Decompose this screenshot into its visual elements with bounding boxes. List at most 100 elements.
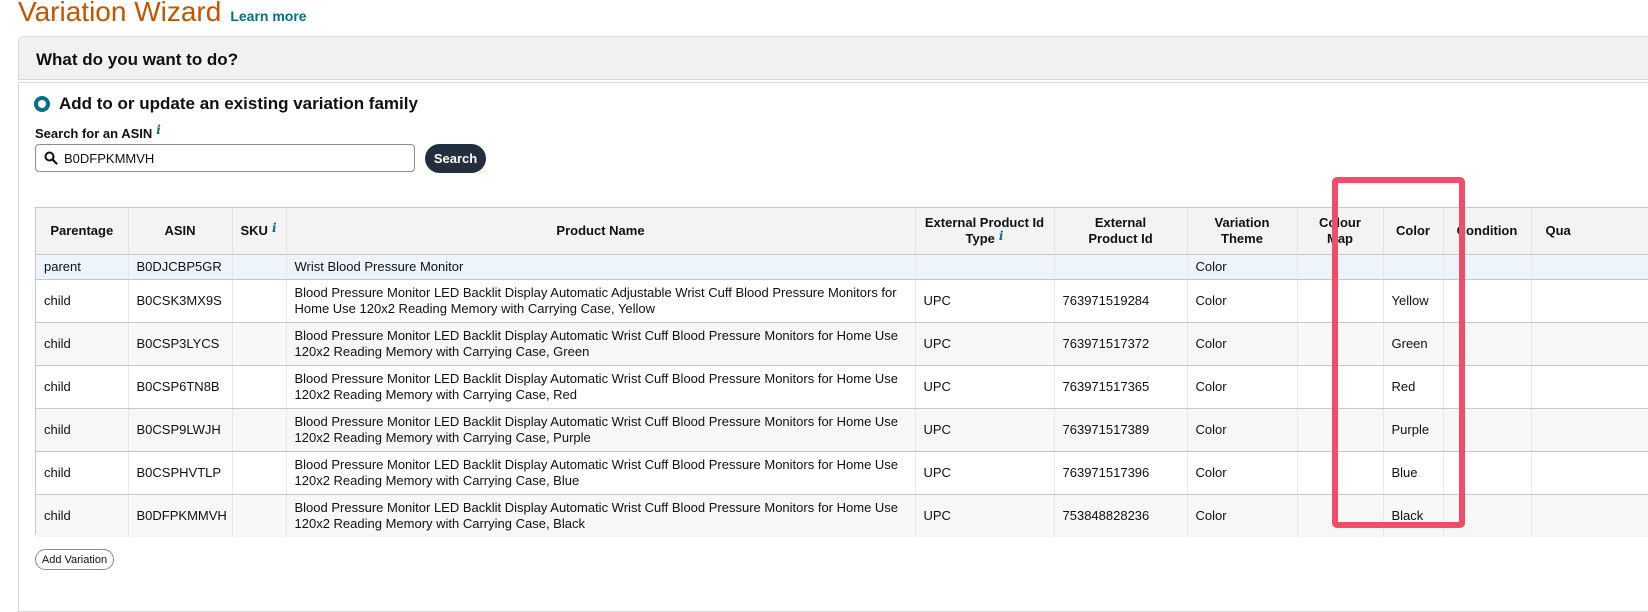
cell-product-name: Blood Pressure Monitor LED Backlit Displ… [286,408,916,452]
search-button[interactable]: Search [425,144,486,173]
table-row[interactable]: child B0CSPHVTLP Blood Pressure Monitor LE… [36,451,1648,495]
cell-sku [232,365,287,409]
cell-ext-type: UPC [915,322,1055,366]
cell-color: Blue [1383,451,1444,495]
cell-color: Black [1383,494,1444,537]
info-icon[interactable]: i [156,123,161,137]
col-sku[interactable]: SKU i [232,208,287,255]
cell-quantity [1531,279,1648,323]
search-label-text: Search for an ASIN [35,126,153,141]
cell-variation-theme: Color [1187,279,1298,323]
cell-color: Green [1383,322,1444,366]
learn-more-link[interactable]: Learn more [230,8,306,24]
col-color[interactable]: Color [1383,208,1444,255]
col-variation-theme[interactable]: Variation Theme [1187,208,1298,255]
cell-variation-theme: Color [1187,322,1298,366]
cell-parentage: child [36,365,129,409]
cell-variation-theme: Color [1187,494,1298,537]
cell-colour-map [1297,408,1384,452]
cell-product-name: Blood Pressure Monitor LED Backlit Displ… [286,365,916,409]
col-asin[interactable]: ASIN [128,208,233,255]
cell-ext-type [915,254,1055,280]
cell-color [1383,254,1444,280]
cell-ext-type: UPC [915,279,1055,323]
search-label: Search for an ASIN i [35,123,161,141]
col-product-name[interactable]: Product Name [286,208,916,255]
sku-info-icon[interactable]: i [272,221,277,235]
cell-ext-id: 763971517389 [1054,408,1188,452]
col-ext-id-type[interactable]: External Product Id Type i [915,208,1055,255]
table-row[interactable]: child B0CSP3LYCS Blood Pressure Monitor LE… [36,322,1648,366]
table-body: parent B0DJCBP5GR Wrist Blood Pressure Mon… [36,254,1648,537]
cell-asin: B0CSP6TN8B [128,365,233,409]
variation-table-grid: Parentage ASIN SKU i Product Name Externa… [36,208,1648,537]
cell-color: Red [1383,365,1444,409]
cell-asin: B0CSPHVTLP [128,451,233,495]
page-header: Variation Wizard Learn more [18,0,307,30]
table-row[interactable]: child B0CSP9LWJH Blood Pressure Monitor LE… [36,408,1648,452]
radio-existing-family[interactable] [34,96,50,112]
table-row[interactable]: parent B0DJCBP5GR Wrist Blood Pressure Mon… [36,254,1648,280]
cell-condition [1443,408,1532,452]
cell-colour-map [1297,254,1384,280]
cell-asin: B0CSP3LYCS [128,322,233,366]
col-quantity[interactable]: Qua [1531,208,1648,255]
cell-condition [1443,254,1532,280]
radio-label[interactable]: Add to or update an existing variation f… [59,94,418,114]
cell-condition [1443,494,1532,537]
cell-ext-type: UPC [915,451,1055,495]
add-variation-button[interactable]: Add Variation [35,549,114,570]
cell-parentage: child [36,408,129,452]
cell-parentage: child [36,279,129,323]
cell-parentage: child [36,451,129,495]
cell-sku [232,254,287,280]
cell-ext-id [1054,254,1188,280]
cell-sku [232,322,287,366]
cell-sku [232,451,287,495]
col-ext-id[interactable]: External Product Id [1054,208,1188,255]
cell-variation-theme: Color [1187,254,1298,280]
table-header-row: Parentage ASIN SKU i Product Name Externa… [36,208,1648,255]
cell-quantity [1531,322,1648,366]
table-row[interactable]: child B0CSP6TN8B Blood Pressure Monitor LE… [36,365,1648,409]
cell-ext-type: UPC [915,408,1055,452]
page-title: Variation Wizard [18,0,222,27]
cell-sku [232,494,287,537]
cell-quantity [1531,494,1648,537]
cell-product-name: Blood Pressure Monitor LED Backlit Displ… [286,451,916,495]
cell-condition [1443,451,1532,495]
search-box[interactable] [35,144,415,172]
cell-quantity [1531,365,1648,409]
question-bar: What do you want to do? [18,36,1648,80]
cell-ext-type: UPC [915,494,1055,537]
cell-colour-map [1297,365,1384,409]
col-condition[interactable]: Condition [1443,208,1532,255]
col-ext-id-type-label: External Product Id Type [924,215,1045,246]
cell-ext-id: 763971517372 [1054,322,1188,366]
cell-variation-theme: Color [1187,451,1298,495]
cell-condition [1443,279,1532,323]
cell-quantity [1531,408,1648,452]
cell-variation-theme: Color [1187,365,1298,409]
cell-color: Purple [1383,408,1444,452]
cell-product-name: Blood Pressure Monitor LED Backlit Displ… [286,494,916,537]
cell-asin: B0CSP9LWJH [128,408,233,452]
cell-ext-id: 763971517365 [1054,365,1188,409]
cell-ext-id: 763971519284 [1054,279,1188,323]
cell-asin: B0DJCBP5GR [128,254,233,280]
cell-colour-map [1297,279,1384,323]
cell-parentage: child [36,494,129,537]
table-row[interactable]: child B0CSK3MX9S Blood Pressure Monitor LE… [36,279,1648,323]
cell-quantity [1531,254,1648,280]
col-parentage[interactable]: Parentage [36,208,129,255]
variation-table: Parentage ASIN SKU i Product Name Externa… [35,207,1648,537]
cell-condition [1443,322,1532,366]
cell-sku [232,279,287,323]
cell-ext-id: 763971517396 [1054,451,1188,495]
cell-product-name: Blood Pressure Monitor LED Backlit Displ… [286,279,916,323]
col-colour-map[interactable]: Colour Map [1297,208,1384,255]
asin-search-input[interactable] [64,148,404,168]
ext-id-type-info-icon[interactable]: i [999,229,1004,243]
cell-colour-map [1297,494,1384,537]
table-row[interactable]: child B0DFPKMMVH Blood Pressure Monitor LE… [36,494,1648,537]
